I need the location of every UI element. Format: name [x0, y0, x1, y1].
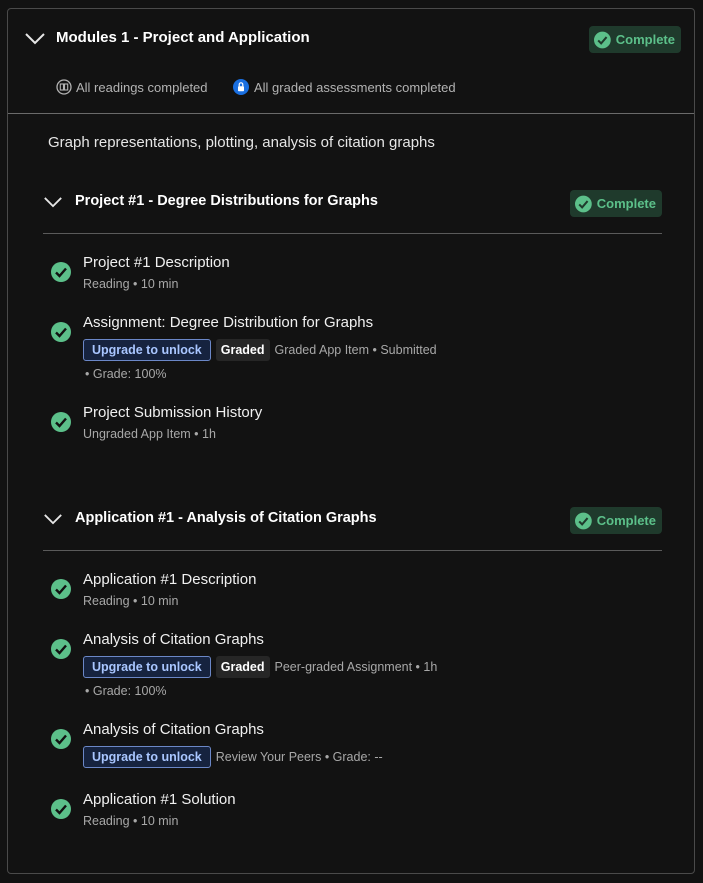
item-meta: Graded App Item • Submitted	[274, 343, 437, 357]
section-divider	[43, 233, 662, 234]
item-title[interactable]: Assignment: Degree Distribution for Grap…	[83, 314, 373, 331]
item-meta: Reading • 10 min	[83, 814, 179, 828]
item-tags: Upgrade to unlock Graded Peer-graded Ass…	[83, 656, 437, 678]
check-circle-icon	[51, 262, 71, 282]
readings-status: All readings completed	[56, 79, 208, 95]
check-circle-icon	[51, 729, 71, 749]
item-grade: • Grade: 100%	[85, 684, 167, 698]
section-divider	[43, 550, 662, 551]
item-title[interactable]: Application #1 Solution	[83, 791, 236, 808]
item-title[interactable]: Analysis of Citation Graphs	[83, 631, 264, 648]
upgrade-to-unlock-button[interactable]: Upgrade to unlock	[83, 746, 211, 768]
module-title[interactable]: Modules 1 - Project and Application	[56, 29, 310, 46]
item-meta: Reading • 10 min	[83, 594, 179, 608]
item-tags: Upgrade to unlock Review Your Peers • Gr…	[83, 746, 383, 768]
check-circle-icon	[575, 512, 592, 529]
complete-label: Complete	[596, 513, 656, 528]
graded-badge: Graded	[215, 656, 270, 678]
item-grade: • Grade: 100%	[85, 367, 167, 381]
readings-status-text: All readings completed	[76, 79, 208, 95]
module-card: Modules 1 - Project and Application Comp…	[7, 8, 695, 874]
assessments-status-text: All graded assessments completed	[254, 79, 456, 95]
header-divider	[8, 113, 694, 114]
section-title[interactable]: Project #1 - Degree Distributions for Gr…	[75, 193, 378, 209]
complete-label: Complete	[596, 196, 656, 211]
item-title[interactable]: Application #1 Description	[83, 571, 256, 588]
chevron-down-icon[interactable]	[43, 196, 63, 209]
section-title[interactable]: Application #1 - Analysis of Citation Gr…	[75, 510, 377, 526]
module-description: Graph representations, plotting, analysi…	[48, 134, 435, 151]
upgrade-to-unlock-button[interactable]: Upgrade to unlock	[83, 339, 211, 361]
check-circle-icon	[575, 195, 592, 212]
lock-icon	[233, 79, 249, 95]
item-meta: Review Your Peers • Grade: --	[215, 750, 383, 764]
item-title[interactable]: Analysis of Citation Graphs	[83, 721, 264, 738]
graded-badge: Graded	[215, 339, 270, 361]
check-circle-icon	[594, 31, 611, 48]
section-complete-badge: Complete	[570, 507, 662, 534]
item-meta: Ungraded App Item • 1h	[83, 427, 216, 441]
item-meta: Peer-graded Assignment • 1h	[274, 660, 438, 674]
check-circle-icon	[51, 412, 71, 432]
complete-label: Complete	[615, 32, 675, 47]
upgrade-to-unlock-button[interactable]: Upgrade to unlock	[83, 656, 211, 678]
book-icon	[56, 79, 72, 95]
module-complete-badge: Complete	[589, 26, 681, 53]
chevron-down-icon[interactable]	[43, 513, 63, 526]
item-meta: Reading • 10 min	[83, 277, 179, 291]
check-circle-icon	[51, 799, 71, 819]
check-circle-icon	[51, 322, 71, 342]
item-title[interactable]: Project Submission History	[83, 404, 262, 421]
check-circle-icon	[51, 579, 71, 599]
check-circle-icon	[51, 639, 71, 659]
assessments-status: All graded assessments completed	[233, 79, 456, 95]
item-tags: Upgrade to unlock Graded Graded App Item…	[83, 339, 437, 361]
section-complete-badge: Complete	[570, 190, 662, 217]
chevron-down-icon[interactable]	[24, 32, 46, 46]
item-title[interactable]: Project #1 Description	[83, 254, 230, 271]
